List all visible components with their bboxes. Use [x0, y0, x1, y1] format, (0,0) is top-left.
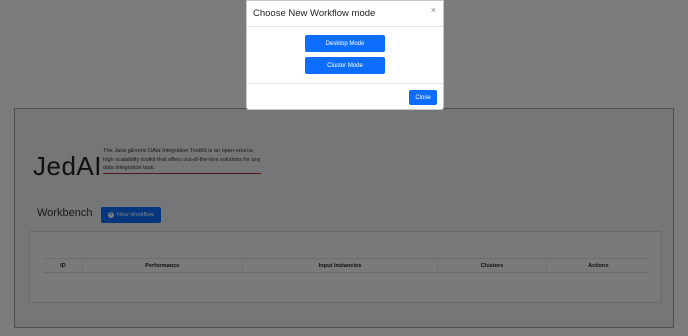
cluster-mode-button[interactable]: Cluster Mode [305, 57, 385, 74]
modal-footer-divider [247, 83, 443, 85]
workflow-mode-modal: Choose New Workflow mode × Desktop Mode … [246, 0, 444, 110]
modal-title: Choose New Workflow mode [253, 8, 376, 19]
close-icon[interactable]: × [431, 5, 436, 15]
modal-header: Choose New Workflow mode × [247, 1, 443, 27]
desktop-mode-button[interactable]: Desktop Mode [305, 35, 385, 52]
close-button[interactable]: Close [409, 90, 437, 105]
